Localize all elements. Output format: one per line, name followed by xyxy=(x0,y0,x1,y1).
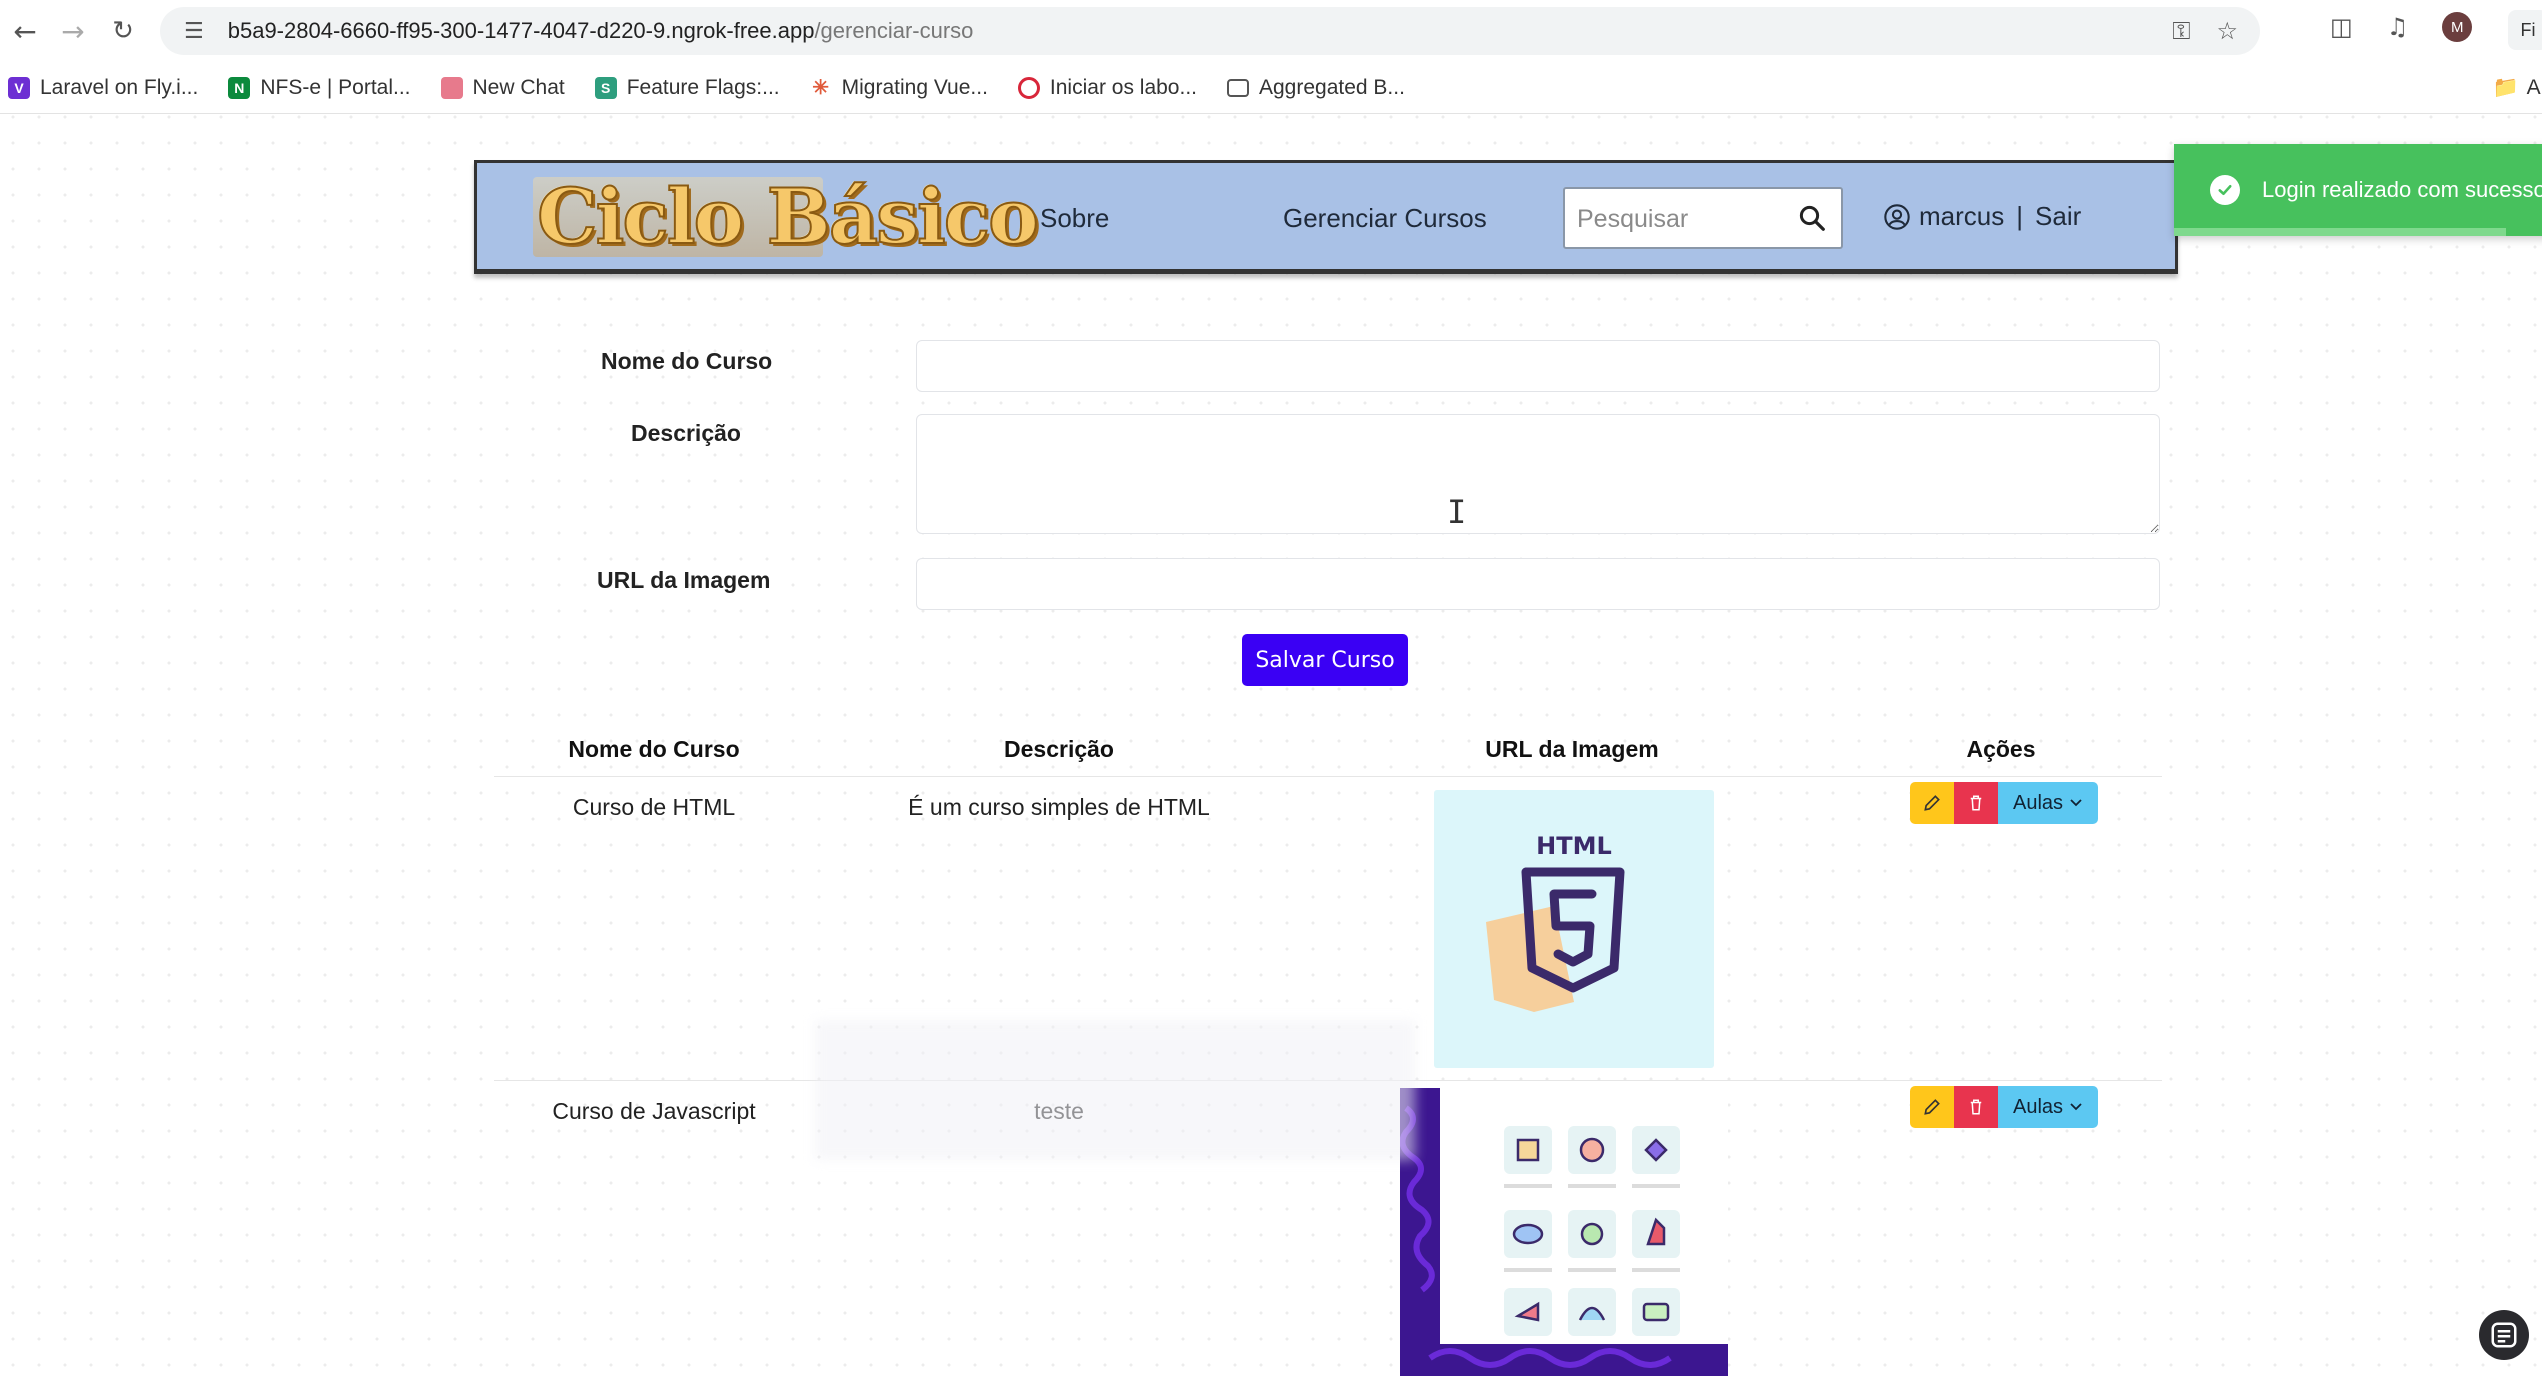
course-name-input[interactable] xyxy=(916,340,2160,392)
url-text[interactable]: b5a9-2804-6660-ff95-300-1477-4047-d220-9… xyxy=(228,18,974,44)
search-box xyxy=(1563,187,1843,249)
image-url-label: URL da Imagem xyxy=(597,567,771,593)
chat-icon xyxy=(440,76,463,99)
pencil-icon xyxy=(1924,1099,1940,1115)
bookmark-star-icon[interactable]: ☆ xyxy=(2216,17,2238,45)
forward-icon[interactable]: → xyxy=(48,6,98,56)
site-logo[interactable]: Ciclo Básico xyxy=(536,171,1040,263)
aulas-label: Aulas xyxy=(2012,791,2064,814)
address-bar[interactable]: ☰ b5a9-2804-6660-ff95-300-1477-4047-d220… xyxy=(160,7,2260,55)
extensions-icon[interactable]: ◫ xyxy=(2330,13,2353,41)
course-name-label: Nome do Curso xyxy=(601,348,773,374)
chevron-down-icon xyxy=(2070,799,2082,807)
bookmark-item[interactable]: New Chat xyxy=(440,75,565,100)
profile-avatar[interactable]: M xyxy=(2442,12,2473,42)
check-circle-icon xyxy=(2210,175,2240,205)
pencil-icon xyxy=(1924,795,1940,811)
row-course-description: É um curso simples de HTML xyxy=(908,794,1210,820)
search-input[interactable] xyxy=(1577,203,1797,235)
all-bookmarks-button[interactable]: 📁 All xyxy=(2493,62,2542,114)
bookmark-item[interactable]: Iniciar os labo... xyxy=(1017,75,1197,100)
html-course-image: HTML xyxy=(1434,790,1714,1068)
toast-progress-bar xyxy=(2174,228,2542,236)
bookmark-label: Iniciar os labo... xyxy=(1049,75,1197,99)
row-actions: Aulas xyxy=(1910,1086,2098,1128)
bookmark-label: New Chat xyxy=(472,75,565,99)
trash-icon xyxy=(1970,795,1982,811)
faded-overlay xyxy=(815,1020,1415,1160)
delete-button[interactable] xyxy=(1954,1086,1998,1128)
image-url-input[interactable] xyxy=(916,558,2160,610)
bookmark-item[interactable]: S Feature Flags:... xyxy=(594,75,780,100)
col-header-description: Descrição xyxy=(1004,736,1114,762)
browser-toolbar: ← → ↻ ☰ b5a9-2804-6660-ff95-300-1477-404… xyxy=(0,0,2542,62)
laravel-icon: V xyxy=(8,76,30,99)
save-course-button[interactable]: Salvar Curso xyxy=(1242,634,1408,686)
search-icon[interactable] xyxy=(1797,203,1827,233)
nav-sobre[interactable]: Sobre xyxy=(1040,203,1109,234)
html5-shield-icon xyxy=(1486,867,1625,1012)
aulas-dropdown[interactable]: Aulas xyxy=(1998,1086,2098,1128)
description-label: Descrição xyxy=(631,420,741,446)
col-header-image: URL da Imagem xyxy=(1485,736,1659,762)
row-course-name: Curso de HTML xyxy=(572,794,736,820)
reload-icon[interactable]: ↻ xyxy=(98,6,148,56)
bookmark-item[interactable]: ✳ Migrating Vue... xyxy=(810,76,988,100)
bookmark-label: Laravel on Fly.i... xyxy=(40,75,199,99)
chevron-down-icon xyxy=(2070,1103,2082,1111)
password-key-icon[interactable]: ⚿ xyxy=(2172,17,2190,45)
username: marcus xyxy=(1919,201,2005,231)
toast-message: Login realizado com sucesso xyxy=(2262,177,2542,202)
bookmark-label: NFS-e | Portal... xyxy=(260,75,411,99)
delete-button[interactable] xyxy=(1954,782,1998,824)
trash-icon xyxy=(1970,1099,1982,1115)
col-header-name: Nome do Curso xyxy=(568,736,740,762)
logout-link[interactable]: Sair xyxy=(2035,201,2081,232)
floating-action-button[interactable] xyxy=(2479,1310,2529,1360)
bookmark-label: Aggregated B... xyxy=(1259,75,1405,99)
javascript-course-image xyxy=(1399,1088,1728,1376)
row-actions: Aulas xyxy=(1910,782,2098,824)
folder-icon: 📁 xyxy=(2492,76,2519,99)
col-header-actions: Ações xyxy=(1966,736,2036,762)
nav-gerenciar-cursos[interactable]: Gerenciar Cursos xyxy=(1283,203,1487,234)
asterisk-icon: ✳ xyxy=(812,77,829,99)
text-cursor-icon: I xyxy=(1447,493,1467,531)
edge-tab-button[interactable]: Fi xyxy=(2508,10,2542,50)
flags-icon: S xyxy=(594,76,617,99)
edit-button[interactable] xyxy=(1910,782,1954,824)
user-area: marcus | Sair xyxy=(1883,201,2081,232)
chat-support-icon xyxy=(2491,1322,2517,1348)
header-divider xyxy=(494,776,2162,777)
bookmarks-bar: V Laravel on Fly.i... N NFS-e | Portal... Ne… xyxy=(0,62,2542,114)
description-textarea[interactable] xyxy=(916,414,2160,534)
bookmark-label: Feature Flags:... xyxy=(626,75,780,99)
user-circle-icon xyxy=(1884,203,1910,230)
login-success-toast[interactable]: Login realizado com sucesso xyxy=(2174,144,2542,236)
row-course-name: Curso de Javascript xyxy=(552,1098,756,1124)
folder-icon xyxy=(1227,78,1249,97)
aulas-label: Aulas xyxy=(2012,1095,2064,1118)
nfse-icon: N xyxy=(228,76,251,99)
bookmark-item[interactable]: Aggregated B... xyxy=(1227,76,1405,100)
back-icon[interactable]: ← xyxy=(0,6,50,56)
media-control-icon[interactable]: ♫ xyxy=(2387,13,2409,41)
edit-button[interactable] xyxy=(1910,1086,1954,1128)
site-settings-icon[interactable]: ☰ xyxy=(184,19,204,44)
bookmark-item[interactable]: N NFS-e | Portal... xyxy=(228,75,411,100)
aulas-dropdown[interactable]: Aulas xyxy=(1998,782,2098,824)
user-separator: | xyxy=(2016,201,2024,231)
bookmark-label: Migrating Vue... xyxy=(841,75,988,99)
course-illustration-icon xyxy=(1399,1088,1728,1376)
lab-icon xyxy=(1017,76,1040,99)
bookmark-item[interactable]: V Laravel on Fly.i... xyxy=(8,76,198,100)
app-header: Ciclo Básico Sobre Gerenciar Cursos marc… xyxy=(474,160,2178,274)
